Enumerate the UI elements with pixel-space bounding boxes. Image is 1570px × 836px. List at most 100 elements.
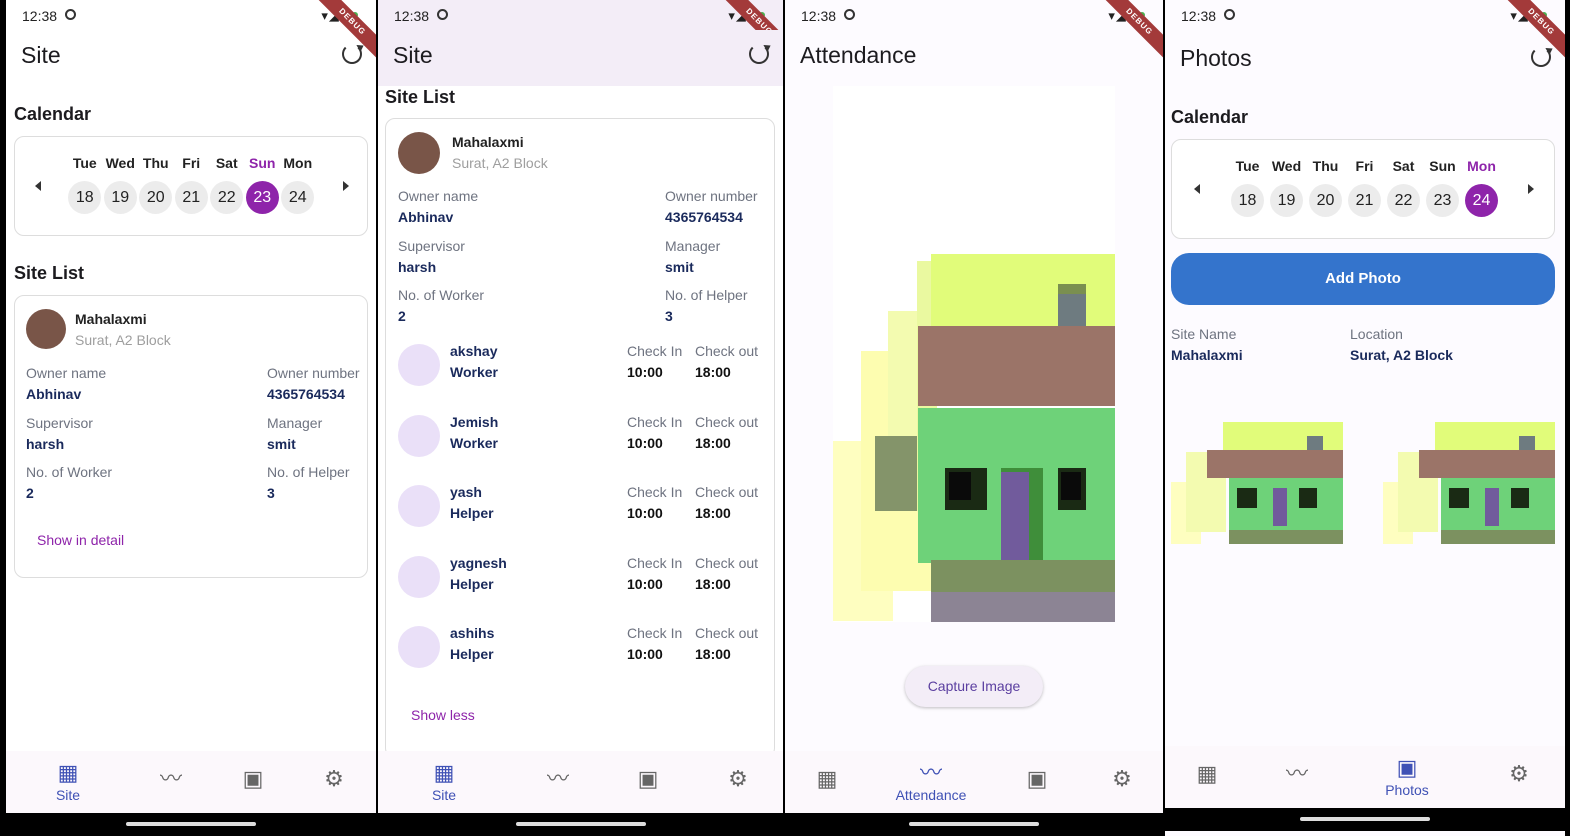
calendar-day[interactable]: Sun 23	[245, 155, 281, 214]
home-indicator[interactable]	[1165, 808, 1565, 831]
prev-week-icon[interactable]	[35, 181, 41, 191]
nav-photos[interactable]: ▣	[618, 765, 678, 793]
alarm-icon	[65, 9, 76, 20]
home-indicator[interactable]	[378, 813, 783, 836]
next-week-icon[interactable]	[1528, 184, 1534, 194]
home-indicator[interactable]	[6, 813, 376, 836]
worker-name[interactable]: ashihs	[450, 625, 494, 641]
show-less-link[interactable]: Show less	[411, 707, 475, 723]
nav-settings[interactable]: ⚙	[1489, 760, 1549, 788]
calendar-title: Calendar	[1171, 107, 1249, 127]
calendar-day-name: Sat	[215, 155, 238, 171]
nav-attendance[interactable]: 〰	[141, 765, 201, 793]
calendar-day[interactable]: Sat 22	[1384, 158, 1423, 217]
nav-photos[interactable]: ▣ Photos	[1377, 754, 1437, 798]
calendar-card: Tue 18 Wed 19 Thu 20 Fri 21 Sat 22 Sun 23 Mon 24	[1171, 139, 1555, 239]
calendar-day[interactable]: Thu 20	[1306, 158, 1345, 217]
calendar-day-name: Fri	[182, 155, 201, 171]
show-in-detail-link[interactable]: Show in detail	[37, 532, 124, 548]
workers-value: 2	[26, 485, 34, 501]
nav-photos-label: Photos	[1385, 782, 1429, 798]
owner-name-label: Owner name	[398, 188, 479, 204]
status-time: 12:38	[394, 8, 430, 24]
calendar-day[interactable]: Fri 21	[1345, 158, 1384, 217]
calendar-day-number: 19	[103, 181, 137, 214]
workers-label: No. of Worker	[26, 464, 113, 480]
calendar-day[interactable]: Fri 21	[174, 155, 210, 214]
worker-avatar	[398, 485, 440, 527]
calendar-day-number: 24	[1465, 184, 1498, 217]
next-week-icon[interactable]	[343, 181, 349, 191]
nav-site[interactable]: ▦ Site	[414, 759, 474, 803]
worker-name[interactable]: yash	[450, 484, 482, 500]
capture-image-button[interactable]: Capture Image	[905, 666, 1043, 707]
owner-number-value: 4365764534	[267, 386, 345, 402]
calendar-day-name: Tue	[1235, 158, 1260, 174]
nav-attendance[interactable]: 〰	[1267, 760, 1327, 788]
calendar-day[interactable]: Wed 19	[103, 155, 139, 214]
site-card[interactable]: Mahalaxmi Surat, A2 Block Owner name Abh…	[385, 118, 775, 758]
site-name-value: Mahalaxmi	[1171, 347, 1243, 363]
calendar-day[interactable]: Sun 23	[1423, 158, 1462, 217]
calendar-day-name: Mon	[283, 155, 313, 171]
nav-photos[interactable]: ▣	[1007, 765, 1067, 793]
add-photo-button[interactable]: Add Photo	[1171, 253, 1555, 305]
calendar-day[interactable]: Tue 18	[1228, 158, 1267, 217]
refresh-icon[interactable]	[342, 44, 362, 64]
calendar-day[interactable]: Mon 24	[1462, 158, 1501, 217]
refresh-icon[interactable]	[749, 44, 769, 64]
site-list-title: Site List	[14, 263, 85, 283]
calendar-day[interactable]: Tue 18	[67, 155, 103, 214]
image-icon: ▣	[1026, 766, 1048, 791]
check-in-label: Check In	[627, 413, 683, 430]
check-out-label: Check out	[695, 625, 759, 641]
nav-site[interactable]: ▦	[1177, 760, 1237, 788]
status-time: 12:38	[801, 8, 837, 24]
check-out-time: 18:00	[695, 505, 731, 521]
image-icon: ▣	[1396, 755, 1418, 780]
calendar-day[interactable]: Mon 24	[280, 155, 316, 214]
prev-week-icon[interactable]	[1194, 184, 1200, 194]
calendar-day[interactable]: Wed 19	[1267, 158, 1306, 217]
nav-settings[interactable]: ⚙	[708, 765, 768, 793]
screen-site-expanded: 12:38 ▾◢▮ DEBUG Site Site List Mahalaxmi…	[378, 0, 783, 836]
nav-site[interactable]: ▦ Site	[38, 759, 98, 803]
bottom-nav: ▦ Site 〰 ▣ ⚙	[378, 751, 783, 813]
refresh-icon[interactable]	[1531, 47, 1551, 67]
building-icon: ▦	[433, 760, 455, 785]
nav-attendance[interactable]: 〰	[528, 765, 588, 793]
alarm-icon	[1224, 9, 1235, 20]
calendar-day[interactable]: Thu 20	[138, 155, 174, 214]
nav-photos[interactable]: ▣	[223, 765, 283, 793]
nav-settings[interactable]: ⚙	[1092, 765, 1152, 793]
nav-settings[interactable]: ⚙	[304, 765, 364, 793]
manager-value: smit	[267, 436, 296, 452]
calendar-day-name: Wed	[105, 155, 135, 171]
page-title: Site	[393, 42, 433, 68]
status-bar: 12:38 ▾◢▮ DEBUG	[785, 0, 1163, 64]
nav-site[interactable]: ▦	[797, 765, 857, 793]
manager-label: Manager	[665, 238, 721, 254]
calendar-day-name: Mon	[1467, 158, 1496, 174]
worker-name[interactable]: yagnesh	[450, 555, 507, 571]
worker-name[interactable]: akshay	[450, 343, 497, 359]
worker-role: Worker	[450, 364, 498, 380]
check-in-label: Check In	[627, 484, 683, 500]
check-in-time: 10:00	[627, 505, 663, 521]
alarm-icon	[844, 9, 855, 20]
supervisor-label: Supervisor	[26, 415, 93, 431]
calendar-day-number: 18	[1231, 184, 1264, 217]
owner-number-value: 4365764534	[665, 209, 743, 225]
photo-thumbnail[interactable]	[1171, 422, 1343, 544]
site-name-label: Site Name	[1171, 326, 1237, 342]
photo-thumbnail[interactable]	[1383, 422, 1555, 544]
calendar-day[interactable]: Sat 22	[209, 155, 245, 214]
nav-attendance[interactable]: 〰 Attendance	[885, 759, 977, 803]
supervisor-value: harsh	[398, 259, 437, 275]
worker-name[interactable]: Jemish	[450, 414, 498, 430]
page-title: Site	[21, 42, 61, 68]
home-indicator[interactable]	[785, 813, 1163, 836]
check-out-time: 18:00	[695, 434, 731, 451]
site-card[interactable]: Mahalaxmi Surat, A2 Block Owner name Abh…	[14, 295, 368, 578]
owner-name-label: Owner name	[26, 365, 107, 381]
